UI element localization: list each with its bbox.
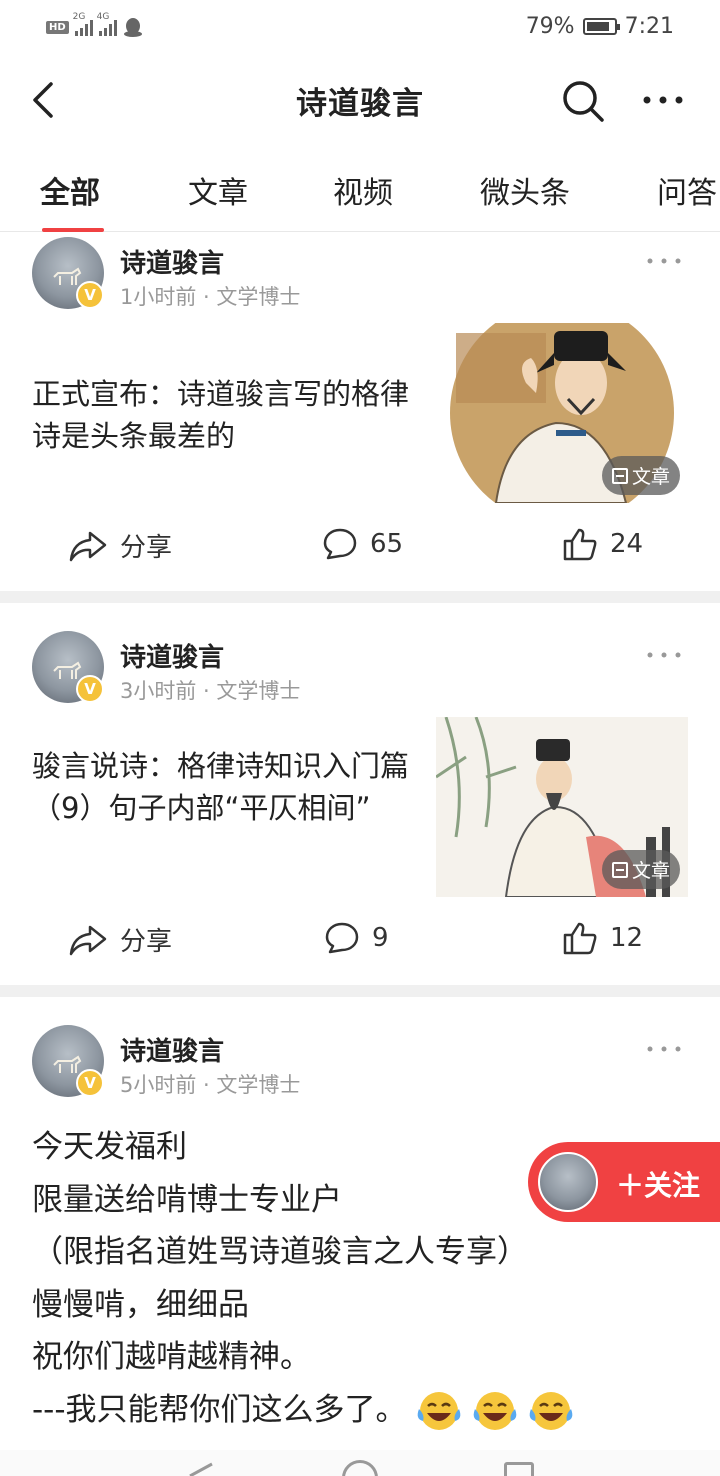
share-button[interactable]: 分享 xyxy=(68,921,172,958)
comment-count: 9 xyxy=(372,923,389,953)
qq-icon xyxy=(123,18,142,37)
post-line: 祝你们越啃越精神。 xyxy=(32,1339,311,1375)
verified-badge: V xyxy=(76,675,104,703)
post-meta: 5小时前 · 文学博士 xyxy=(120,1073,301,1097)
laughing-tears-emoji-icon xyxy=(529,1392,572,1430)
post-line: 慢慢啃，细细品 xyxy=(32,1286,249,1323)
horse-icon xyxy=(53,661,82,679)
more-icon[interactable] xyxy=(640,80,686,120)
active-tab-indicator xyxy=(42,228,104,232)
post-title[interactable]: 骏言说诗：格律诗知识入门篇（9）句子内部“平仄相间” xyxy=(32,745,422,829)
search-icon[interactable] xyxy=(560,78,606,124)
comment-icon xyxy=(325,922,359,954)
comment-button[interactable]: 9 xyxy=(324,921,389,955)
comment-count: 65 xyxy=(370,529,404,559)
laughing-tears-emoji-icon xyxy=(473,1392,516,1430)
post-meta: 3小时前 · 文学博士 xyxy=(120,679,301,703)
status-right: 79% 7:21 xyxy=(526,14,674,39)
article-tag: 文章 xyxy=(601,850,680,889)
post-card[interactable]: V 诗道骏言 1小时前 · 文学博士 正式宣布：诗道骏言写的格律诗是头条最差的 … xyxy=(0,233,720,591)
thumbs-up-icon xyxy=(563,528,597,561)
post-title[interactable]: 正式宣布：诗道骏言写的格律诗是头条最差的 xyxy=(32,373,422,457)
post-thumbnail[interactable]: 文章 xyxy=(436,717,688,897)
verified-badge: V xyxy=(76,281,104,309)
share-label: 分享 xyxy=(120,533,173,563)
tab-micro-headlines[interactable]: 微头条 xyxy=(480,168,570,212)
follow-label: ＋关注 xyxy=(616,1169,701,1202)
card-divider xyxy=(0,985,720,997)
nav-recent-icon[interactable] xyxy=(504,1462,534,1476)
top-bar: 诗道骏言 xyxy=(0,62,720,138)
share-label: 分享 xyxy=(120,927,173,957)
tab-articles[interactable]: 文章 xyxy=(188,168,248,212)
author-name[interactable]: 诗道骏言 xyxy=(120,1031,224,1068)
avatar xyxy=(538,1152,598,1212)
horse-icon xyxy=(53,267,82,285)
article-icon xyxy=(611,467,628,484)
post-more-icon[interactable] xyxy=(646,649,682,661)
system-nav-bar xyxy=(0,1450,720,1476)
share-icon xyxy=(69,925,107,955)
post-meta: 1小时前 · 文学博士 xyxy=(120,285,301,309)
like-button[interactable]: 12 xyxy=(562,921,643,955)
tab-qa[interactable]: 问答 xyxy=(657,168,717,212)
share-icon xyxy=(69,531,107,561)
comment-icon xyxy=(323,528,357,560)
battery-icon xyxy=(582,18,620,35)
tab-all[interactable]: 全部 xyxy=(40,168,100,212)
article-icon xyxy=(611,861,628,878)
signal-icon: 2G xyxy=(73,12,93,36)
post-card[interactable]: V 诗道骏言 5小时前 · 文学博士 今天发福利 限量送给啃博士专业户 （限指名… xyxy=(0,997,720,1450)
content-tabs: 全部 文章 视频 微头条 问答 xyxy=(0,160,720,232)
nav-home-icon[interactable] xyxy=(342,1460,378,1476)
verified-badge: V xyxy=(76,1069,104,1097)
like-count: 24 xyxy=(610,529,644,559)
status-left: HD 2G 4G xyxy=(46,12,143,38)
post-more-icon[interactable] xyxy=(646,255,682,267)
post-line: ---我只能帮你们这么多了。 xyxy=(32,1391,407,1428)
card-divider xyxy=(0,591,720,603)
article-tag: 文章 xyxy=(601,456,680,495)
nav-back-icon[interactable] xyxy=(186,1462,216,1476)
post-card[interactable]: V 诗道骏言 3小时前 · 文学博士 骏言说诗：格律诗知识入门篇（9）句子内部“… xyxy=(0,603,720,984)
status-bar: HD 2G 4G 79% 7:21 xyxy=(0,0,720,56)
comment-button[interactable]: 65 xyxy=(322,527,403,561)
post-line: （限指名道姓骂诗道骏言之人专享） xyxy=(32,1234,528,1270)
share-button[interactable]: 分享 xyxy=(68,527,172,564)
tab-videos[interactable]: 视频 xyxy=(333,168,393,212)
battery-percent: 79% xyxy=(525,14,575,39)
horse-icon xyxy=(53,1055,82,1073)
author-name[interactable]: 诗道骏言 xyxy=(120,243,224,280)
like-count: 12 xyxy=(610,923,644,953)
author-name[interactable]: 诗道骏言 xyxy=(120,637,224,674)
follow-button[interactable]: ＋关注 xyxy=(528,1142,720,1222)
post-more-icon[interactable] xyxy=(646,1043,682,1055)
page-title: 诗道骏言 xyxy=(296,86,424,122)
clock: 7:21 xyxy=(624,14,674,39)
hd-badge: HD xyxy=(46,20,69,34)
like-button[interactable]: 24 xyxy=(562,527,643,561)
post-thumbnail[interactable]: 文章 xyxy=(436,323,688,503)
laughing-tears-emoji-icon xyxy=(417,1392,460,1430)
post-line-with-emoji: ---我只能帮你们这么多了。 xyxy=(32,1384,692,1437)
thumbs-up-icon xyxy=(563,922,597,955)
signal-icon: 4G xyxy=(97,12,117,36)
